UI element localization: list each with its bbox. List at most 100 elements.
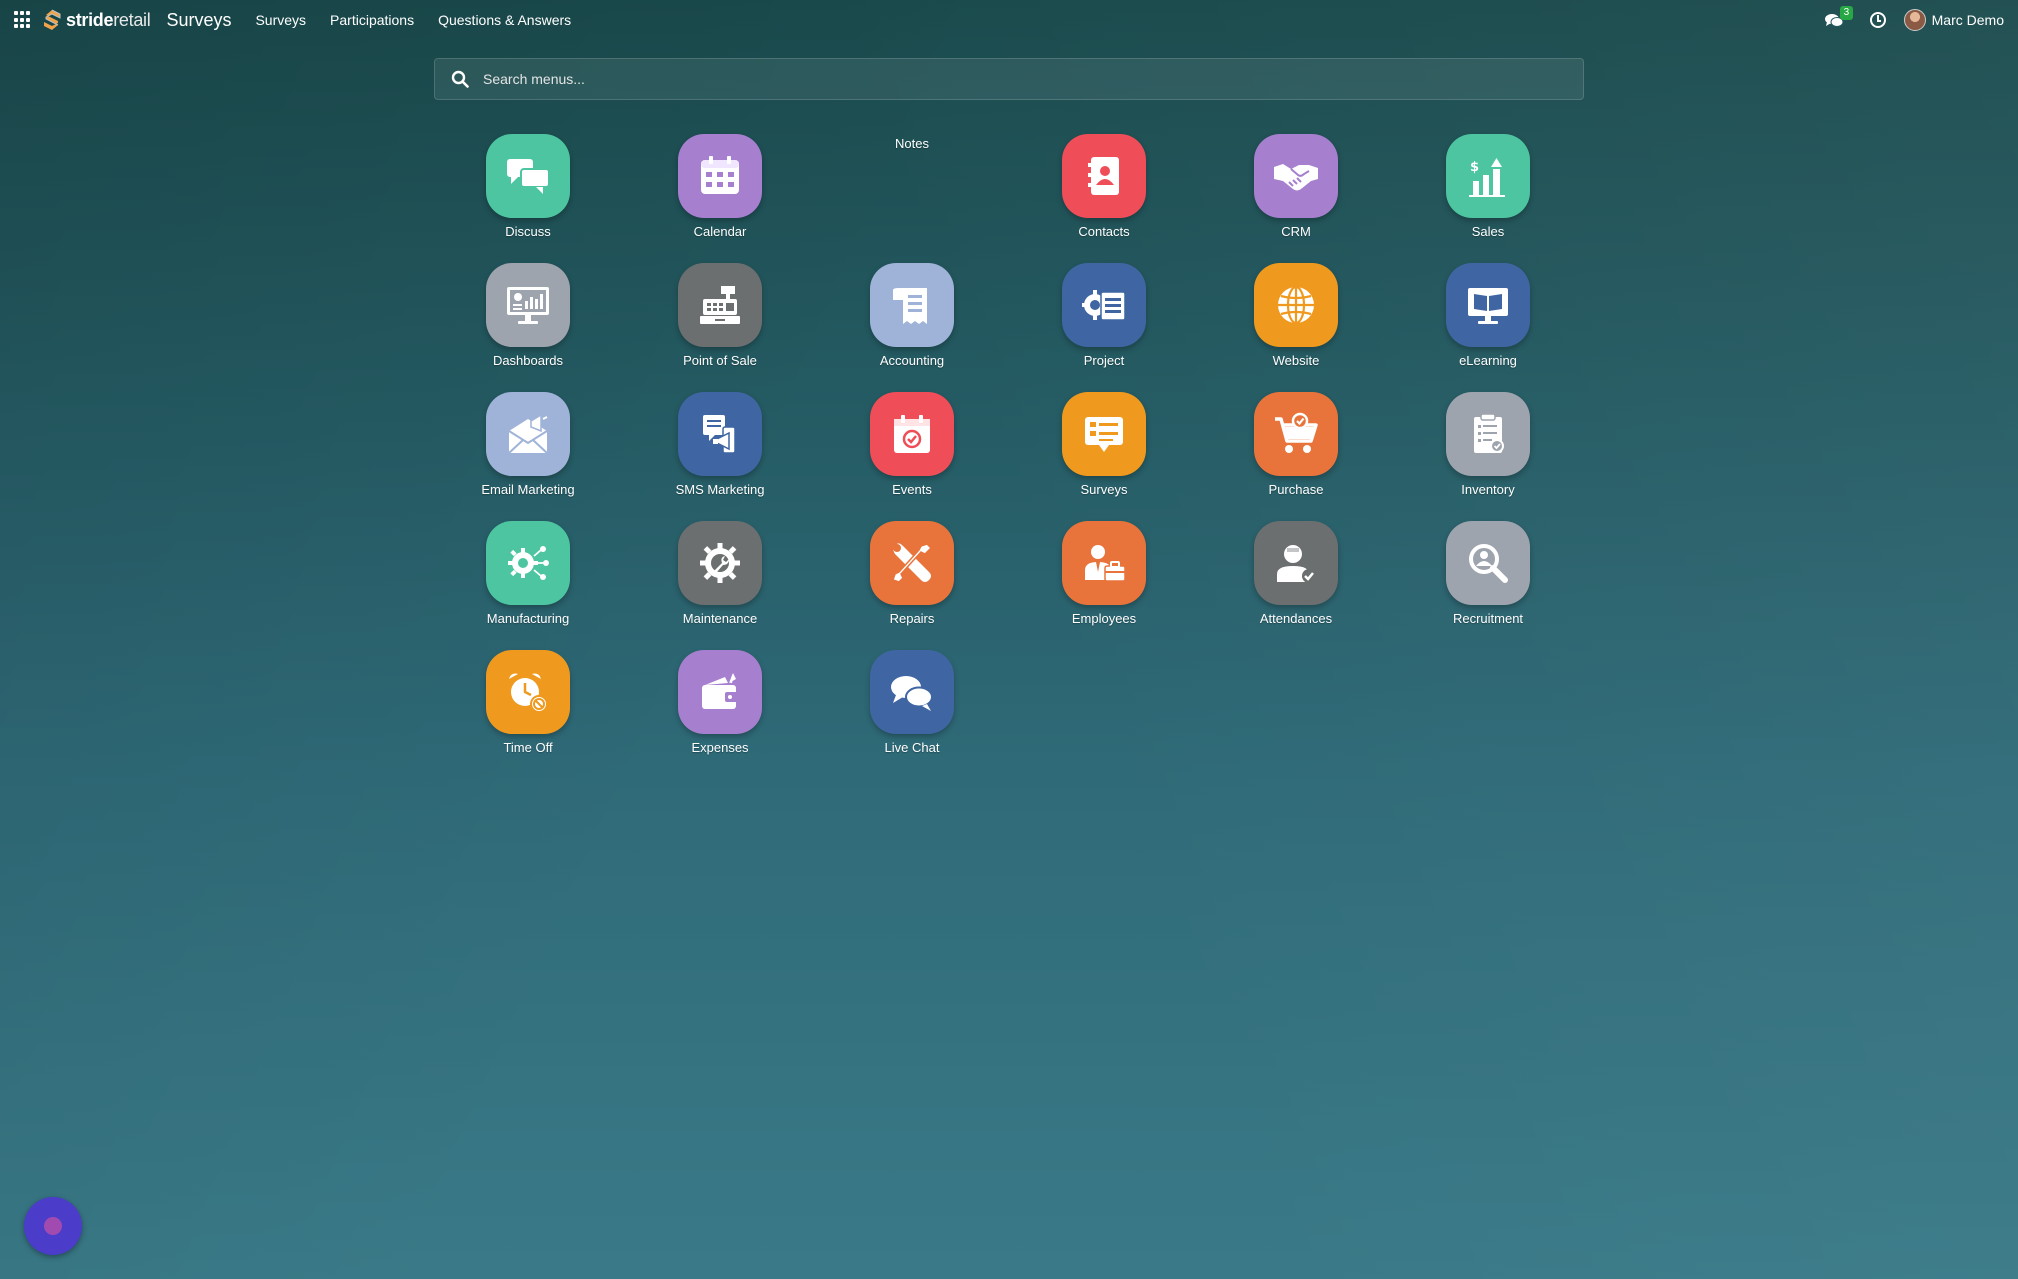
app-live-chat[interactable]: Live Chat [832,650,992,779]
sales-chart-icon: $ [1469,158,1505,197]
app-label: SMS Marketing [675,482,765,497]
alarm-clock-icon [509,673,548,713]
app-label: Maintenance [682,611,758,626]
attendance-icon [1277,545,1316,583]
app-label: CRM [1281,224,1311,239]
app-label: Recruitment [1452,611,1524,626]
globe-icon [1278,285,1314,325]
cart-icon [1275,412,1318,453]
app-grid: Discuss Calendar Notes Contacts CRM $ Sa… [432,134,1584,779]
app-tile-time-off [486,650,570,734]
app-discuss[interactable]: Discuss [448,134,608,263]
project-icon [1082,290,1126,321]
app-label: Calendar [693,224,747,239]
app-events[interactable]: Events [832,392,992,521]
app-dashboards[interactable]: Dashboards [448,263,608,392]
employee-icon [1085,545,1126,582]
app-manufacturing[interactable]: Manufacturing [448,521,608,650]
tools-icon [892,543,933,583]
app-elearning[interactable]: eLearning [1408,263,1568,392]
app-tile-contacts [1062,134,1146,218]
app-label: Project [1083,353,1125,368]
menu-surveys[interactable]: Surveys [255,12,306,28]
app-tile-repairs [870,521,954,605]
app-tile-crm [1254,134,1338,218]
app-purchase[interactable]: Purchase [1216,392,1376,521]
app-label: Contacts [1078,224,1130,239]
menu-questions-answers[interactable]: Questions & Answers [438,12,571,28]
search-bar [434,58,1584,100]
app-label: Dashboards [492,353,564,368]
app-label: Website [1272,353,1320,368]
top-navbar: stride retail Surveys Surveys Participati… [0,0,2018,40]
svg-text:$: $ [1470,160,1479,175]
app-point-of-sale[interactable]: Point of Sale [640,263,800,392]
app-recruitment[interactable]: Recruitment [1408,521,1568,650]
calendar-icon [701,156,739,194]
app-repairs[interactable]: Repairs [832,521,992,650]
floating-assistant-button[interactable] [24,1197,82,1255]
app-tile-discuss [486,134,570,218]
app-label: Discuss [505,224,551,239]
app-notes[interactable]: Notes [832,134,992,263]
search-menus-input[interactable] [483,71,1483,87]
app-tile-expenses [678,650,762,734]
app-tile-purchase [1254,392,1338,476]
handshake-icon [1274,164,1318,191]
app-label: Attendances [1259,611,1333,626]
receipt-icon [893,288,927,324]
app-label: Sales [1471,224,1505,239]
app-surveys[interactable]: Surveys [1024,392,1184,521]
app-accounting[interactable]: Accounting [832,263,992,392]
app-label: Email Marketing [481,482,575,497]
app-sales[interactable]: $ Sales [1408,134,1568,263]
app-label: Repairs [889,611,935,626]
app-expenses[interactable]: Expenses [640,650,800,779]
stride-logo-icon [44,9,61,30]
survey-icon [1085,417,1123,452]
app-contacts[interactable]: Contacts [1024,134,1184,263]
brand-name-bold: stride [66,9,114,30]
sms-marketing-icon [703,415,736,454]
app-inventory[interactable]: Inventory [1408,392,1568,521]
activity-clock-icon[interactable] [1869,12,1886,28]
app-tile-sales: $ [1446,134,1530,218]
wrench-gear-icon [700,543,740,583]
app-label: Inventory [1461,482,1515,497]
user-name[interactable]: Marc Demo [1932,12,2004,28]
app-email-marketing[interactable]: Email Marketing [448,392,608,521]
contacts-icon [1088,157,1119,195]
app-menu-icon[interactable] [14,11,32,29]
app-tile-attendances [1254,521,1338,605]
app-label: Point of Sale [683,353,757,368]
app-tile-surveys [1062,392,1146,476]
app-tile-live-chat [870,650,954,734]
app-sms-marketing[interactable]: SMS Marketing [640,392,800,521]
brand-logo[interactable]: stride retail [42,9,151,31]
app-label: Time Off [503,740,553,755]
menu-participations[interactable]: Participations [330,12,414,28]
live-chat-icon [891,676,933,711]
clipboard-icon [1474,413,1504,453]
app-employees[interactable]: Employees [1024,521,1184,650]
app-time-off[interactable]: Time Off [448,650,608,779]
app-maintenance[interactable]: Maintenance [640,521,800,650]
wallet-icon [702,673,738,709]
discuss-icon [507,159,550,194]
app-website[interactable]: Website [1216,263,1376,392]
brand-name-light: retail [113,9,151,30]
app-project[interactable]: Project [1024,263,1184,392]
app-tile-inventory [1446,392,1530,476]
app-calendar[interactable]: Calendar [640,134,800,263]
current-app-title[interactable]: Surveys [166,10,231,31]
navbar-right: 3 Marc Demo [1824,6,2004,32]
app-tile-manufacturing [486,521,570,605]
app-crm[interactable]: CRM [1216,134,1376,263]
messages-button[interactable]: 3 [1824,6,1854,32]
message-count-badge: 3 [1839,6,1854,20]
recruit-search-icon [1469,544,1508,583]
user-avatar[interactable] [1903,9,1926,31]
app-label: Surveys [1080,482,1128,497]
gear-network-icon [508,546,549,580]
app-attendances[interactable]: Attendances [1216,521,1376,650]
